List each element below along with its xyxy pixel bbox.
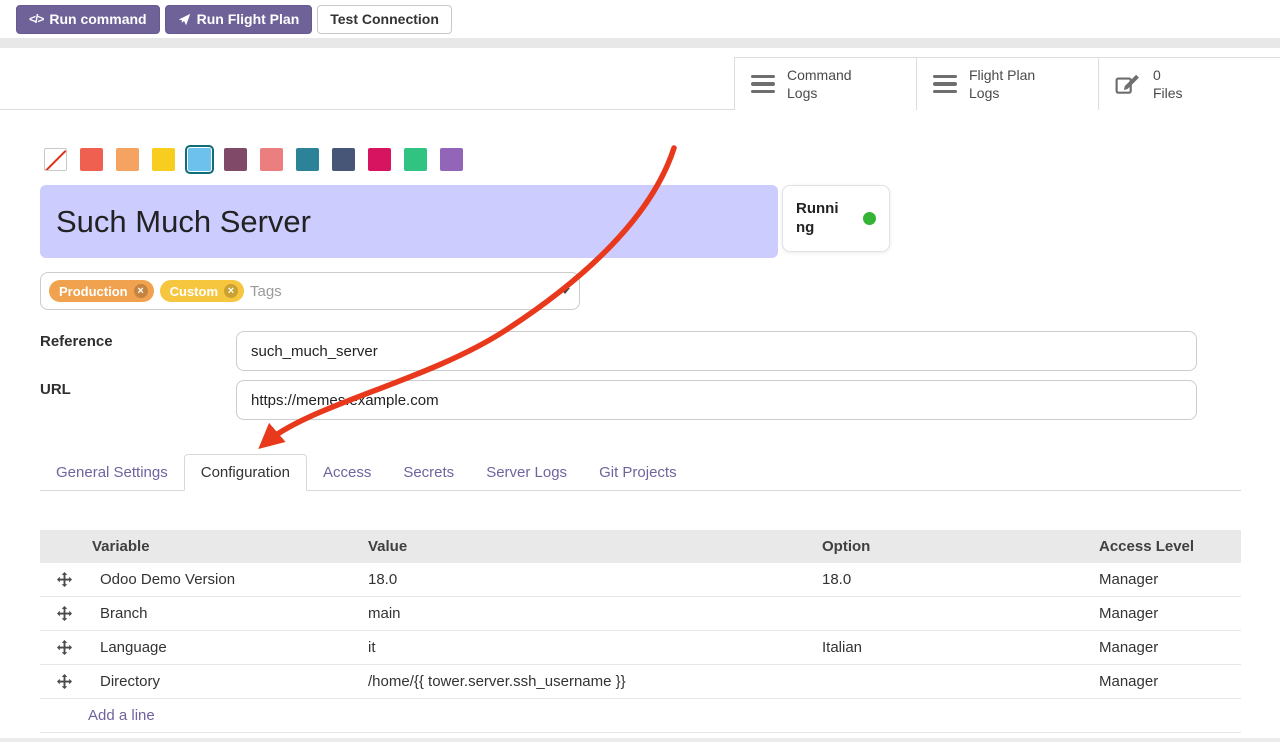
files-count-label: 0 Files: [1153, 66, 1183, 102]
url-input[interactable]: [236, 380, 1197, 420]
code-icon: </>: [29, 12, 43, 26]
tag-remove-icon[interactable]: ×: [134, 284, 148, 298]
cell-variable[interactable]: Odoo Demo Version: [88, 571, 364, 588]
cell-variable[interactable]: Language: [88, 639, 364, 656]
tag-pill-production[interactable]: Production ×: [49, 280, 154, 302]
column-header-option: Option: [818, 538, 1095, 555]
server-title-input[interactable]: [40, 185, 778, 258]
menu-lines-icon: [751, 75, 775, 94]
cell-option[interactable]: 18.0: [818, 571, 1095, 588]
form-header-band: Command Logs Flight Plan Logs: [0, 48, 1280, 110]
bottom-separator: [0, 738, 1280, 742]
cell-variable[interactable]: Branch: [88, 605, 364, 622]
color-swatch[interactable]: [296, 148, 319, 171]
drag-handle-icon[interactable]: [40, 674, 88, 689]
cell-access-level[interactable]: Manager: [1095, 639, 1241, 656]
tab-general-settings[interactable]: General Settings: [40, 455, 184, 490]
edit-pencil-icon: [1115, 72, 1141, 96]
tag-remove-icon[interactable]: ×: [224, 284, 238, 298]
cell-value[interactable]: 18.0: [364, 571, 818, 588]
table-row: Odoo Demo Version 18.0 18.0 Manager: [40, 563, 1241, 597]
cell-access-level[interactable]: Manager: [1095, 673, 1241, 690]
cell-variable[interactable]: Directory: [88, 673, 364, 690]
stat-button-command-logs[interactable]: Command Logs: [735, 58, 917, 110]
tag-label: Production: [59, 284, 128, 299]
paper-plane-icon: [178, 13, 191, 26]
notebook-tabs: General Settings Configuration Access Se…: [40, 453, 1241, 491]
column-header-variable: Variable: [88, 538, 364, 555]
cell-access-level[interactable]: Manager: [1095, 605, 1241, 622]
status-label: Running: [796, 200, 844, 238]
tab-access[interactable]: Access: [307, 455, 387, 490]
column-header-access-level: Access Level: [1095, 538, 1241, 555]
action-toolbar: </> Run command Run Flight Plan Test Con…: [0, 0, 1280, 38]
stat-button-files[interactable]: 0 Files: [1099, 58, 1280, 110]
stat-button-flight-plan-logs[interactable]: Flight Plan Logs: [917, 58, 1099, 110]
color-swatch[interactable]: [332, 148, 355, 171]
top-separator: [0, 38, 1280, 48]
add-line-link[interactable]: Add a line: [88, 707, 155, 724]
reference-input[interactable]: [236, 331, 1197, 371]
tab-server-logs[interactable]: Server Logs: [470, 455, 583, 490]
drag-handle-icon[interactable]: [40, 606, 88, 621]
color-swatch-none[interactable]: [44, 148, 67, 171]
test-connection-label: Test Connection: [330, 11, 439, 27]
color-swatch[interactable]: [404, 148, 427, 171]
test-connection-button[interactable]: Test Connection: [317, 5, 452, 34]
run-flight-plan-button[interactable]: Run Flight Plan: [165, 5, 313, 34]
reference-label: Reference: [40, 333, 113, 350]
menu-lines-icon: [933, 75, 957, 94]
stat-button-box: Command Logs Flight Plan Logs: [734, 57, 1280, 110]
run-command-label: Run command: [49, 11, 146, 27]
server-form-page: </> Run command Run Flight Plan Test Con…: [0, 0, 1280, 742]
color-swatch[interactable]: [80, 148, 103, 171]
color-swatch[interactable]: [440, 148, 463, 171]
url-label: URL: [40, 381, 71, 398]
tag-label: Custom: [170, 284, 218, 299]
color-swatch[interactable]: [152, 148, 175, 171]
configuration-table: Variable Value Option Access Level Odoo …: [40, 530, 1241, 733]
tag-pill-custom[interactable]: Custom ×: [160, 280, 244, 302]
color-swatch[interactable]: [368, 148, 391, 171]
add-line-row: Add a line: [40, 699, 1241, 733]
tab-configuration[interactable]: Configuration: [184, 454, 307, 491]
status-dot-icon: [863, 212, 876, 225]
table-row: Branch main Manager: [40, 597, 1241, 631]
tags-field[interactable]: Production × Custom × Tags: [40, 272, 580, 310]
color-swatch[interactable]: [188, 148, 211, 171]
column-header-value: Value: [364, 538, 818, 555]
table-row: Directory /home/{{ tower.server.ssh_user…: [40, 665, 1241, 699]
table-header: Variable Value Option Access Level: [40, 530, 1241, 563]
cell-option[interactable]: Italian: [818, 639, 1095, 656]
color-swatch[interactable]: [116, 148, 139, 171]
tab-git-projects[interactable]: Git Projects: [583, 455, 693, 490]
drag-handle-icon[interactable]: [40, 640, 88, 655]
tab-secrets[interactable]: Secrets: [387, 455, 470, 490]
color-picker: [44, 148, 463, 171]
chevron-down-icon[interactable]: [560, 288, 570, 294]
status-badge[interactable]: Running: [782, 185, 890, 252]
cell-access-level[interactable]: Manager: [1095, 571, 1241, 588]
flight-plan-logs-label: Flight Plan Logs: [969, 66, 1035, 102]
tags-placeholder: Tags: [250, 283, 282, 300]
table-row: Language it Italian Manager: [40, 631, 1241, 665]
color-swatch[interactable]: [224, 148, 247, 171]
run-flight-plan-label: Run Flight Plan: [197, 11, 300, 27]
drag-handle-icon[interactable]: [40, 572, 88, 587]
cell-value[interactable]: it: [364, 639, 818, 656]
run-command-button[interactable]: </> Run command: [16, 5, 160, 34]
color-swatch[interactable]: [260, 148, 283, 171]
cell-value[interactable]: /home/{{ tower.server.ssh_username }}: [364, 673, 818, 690]
command-logs-label: Command Logs: [787, 66, 852, 102]
cell-value[interactable]: main: [364, 605, 818, 622]
